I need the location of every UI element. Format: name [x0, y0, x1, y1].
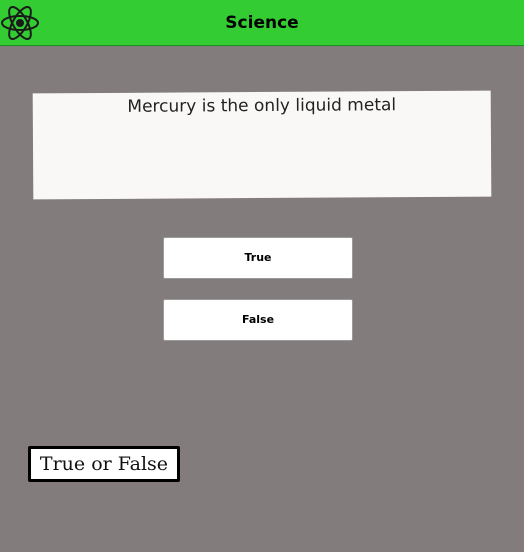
question-card: Mercury is the only liquid metal	[32, 90, 492, 200]
false-button[interactable]: False	[163, 299, 353, 341]
header-bar: Science	[0, 0, 524, 46]
true-button[interactable]: True	[163, 237, 353, 279]
question-text: Mercury is the only liquid metal	[127, 95, 397, 117]
page-title: Science	[225, 13, 299, 33]
quiz-mode-label: True or False	[28, 446, 180, 482]
